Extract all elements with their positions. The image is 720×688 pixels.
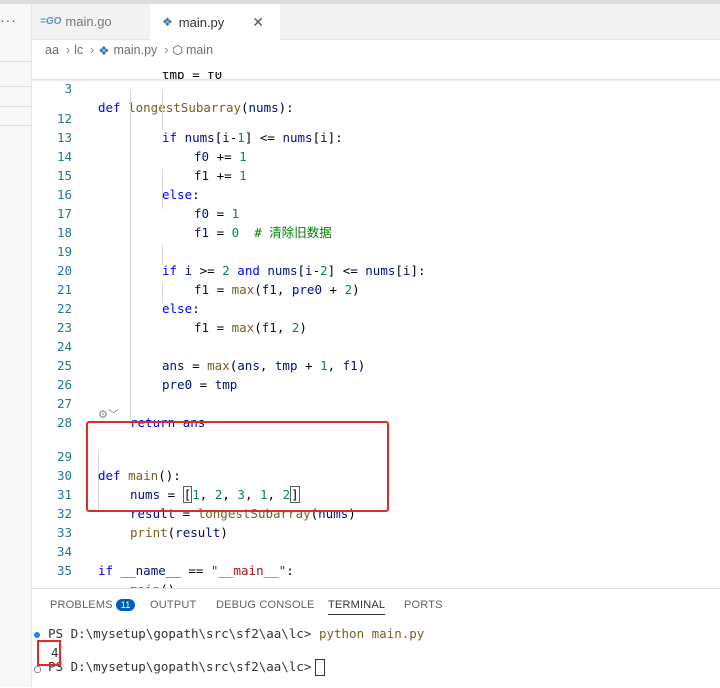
sidebar-divider [0, 106, 31, 107]
code-line[interactable]: 14 f1 += 1 [32, 128, 720, 183]
code-lens-icon[interactable]: ⚙﹀ [98, 406, 119, 422]
code-line[interactable]: 15 else: [32, 147, 720, 202]
go-icon: =GO [40, 16, 62, 27]
bottom-panel: PROBLEMS 11 OUTPUT DEBUG CONSOLE TERMINAL… [32, 588, 720, 688]
close-icon[interactable]: ✕ [252, 14, 264, 31]
code-line[interactable]: 13 f0 += 1 [32, 109, 720, 164]
terminal-cursor [315, 659, 326, 676]
tab-debug-console[interactable]: DEBUG CONSOLE [216, 599, 315, 611]
code-line[interactable]: 35 main() [32, 542, 720, 597]
sidebar-divider [0, 125, 31, 126]
code-line[interactable]: 17 f1 = 0 # 清除旧数据 [32, 185, 720, 240]
code-line[interactable]: 23 [32, 299, 720, 335]
tab-terminal[interactable]: TERMINAL [328, 599, 386, 615]
command-success-dot[interactable] [34, 632, 40, 638]
code-line-partial: tmp = f0 [32, 72, 720, 79]
output-highlight-box [37, 640, 61, 666]
tab-ports[interactable]: PORTS [404, 599, 443, 611]
code-line[interactable]: 18 [32, 204, 720, 240]
more-actions-icon[interactable]: ··· [0, 12, 17, 28]
chevron-right-icon: › [65, 43, 71, 57]
tab-main-go[interactable]: =GO main.go [40, 4, 150, 39]
terminal-prompt: PS D:\mysetup\gopath\src\sf2\aa\lc> [48, 659, 312, 674]
tab-label: main.py [178, 14, 225, 30]
problems-count-badge: 11 [115, 599, 136, 611]
code-line[interactable]: 25 pre0 = tmp [32, 337, 720, 392]
breadcrumb: aa › lc › ❖ main.py › ⬡ main [45, 40, 216, 60]
annotation-highlight-box [86, 421, 389, 512]
python-icon: ❖ [162, 15, 173, 29]
command-pending-dot[interactable] [34, 666, 41, 673]
activity-sidebar: ··· [0, 4, 32, 687]
python-icon: ❖ [98, 43, 110, 58]
breadcrumb-item[interactable]: main.py [114, 43, 158, 57]
code-line[interactable]: 20 f1 = max(f1, pre0 + 2) [32, 242, 720, 297]
tab-output[interactable]: OUTPUT [150, 599, 196, 611]
breadcrumb-item[interactable]: aa [45, 43, 59, 57]
editor-tab-bar: =GO main.go ❖ main.py ✕ [32, 4, 720, 40]
breadcrumb-item[interactable]: main [186, 43, 213, 57]
tab-problems[interactable]: PROBLEMS 11 [50, 599, 136, 611]
code-line[interactable]: 16 f0 = 1 [32, 166, 720, 221]
line-number: 35 [56, 563, 72, 578]
code-line[interactable]: 12 if nums[i-1] <= nums[i]: [32, 90, 720, 145]
code-text: tmp = f0 [162, 72, 222, 79]
code-line[interactable]: 26 [32, 356, 720, 392]
terminal-prompt: PS D:\mysetup\gopath\src\sf2\aa\lc> [48, 626, 312, 641]
tab-main-py[interactable]: ❖ main.py ✕ [150, 4, 280, 40]
sticky-scroll-shadow [32, 79, 720, 82]
sidebar-divider [0, 61, 31, 62]
chevron-right-icon: › [90, 43, 95, 57]
chevron-right-icon: › [164, 43, 169, 57]
code-line[interactable]: 28 [32, 394, 720, 430]
code-line[interactable]: 34 if __name__ == "__main__": [32, 523, 720, 578]
terminal-line[interactable]: PS D:\mysetup\gopath\src\sf2\aa\lc> [48, 659, 326, 676]
code-line[interactable]: 24 ans = max(ans, tmp + 1, f1) [32, 318, 720, 373]
code-text: if __name__ == "__main__": [98, 563, 294, 578]
code-line[interactable]: 21 else: [32, 261, 720, 316]
tab-label: PROBLEMS [50, 599, 113, 611]
function-icon: ⬡ [172, 43, 183, 57]
code-line[interactable]: 22 f1 = max(f1, 2) [32, 280, 720, 335]
code-line[interactable]: 19 if i >= 2 and nums[i-2] <= nums[i]: [32, 223, 720, 278]
terminal-line: PS D:\mysetup\gopath\src\sf2\aa\lc> pyth… [48, 626, 424, 641]
terminal-command: python main.py [318, 626, 425, 641]
sidebar-divider [0, 86, 31, 87]
breadcrumb-item[interactable]: lc [74, 43, 83, 57]
code-line[interactable]: 27 return ans [32, 375, 720, 430]
tab-label: main.go [65, 14, 112, 29]
